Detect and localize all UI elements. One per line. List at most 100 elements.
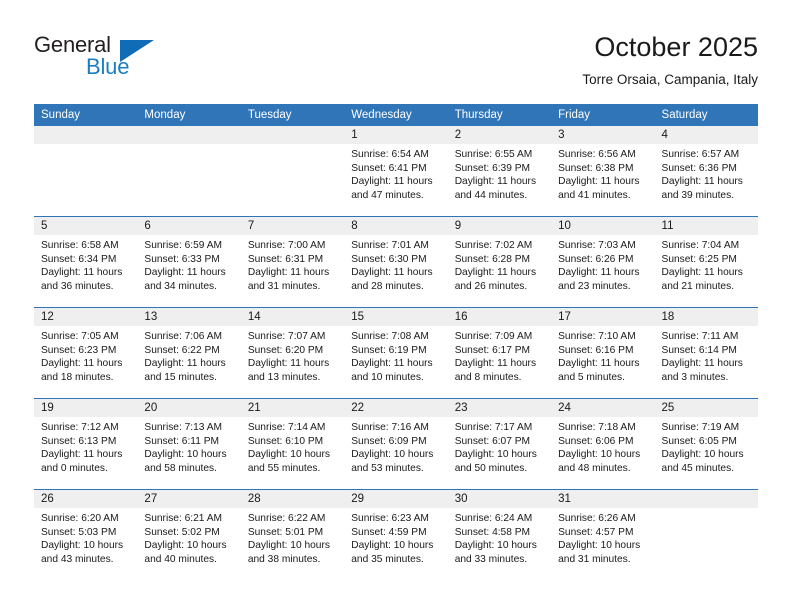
day-number: 15 — [344, 308, 448, 326]
day-cell-inner: 1 Sunrise: 6:54 AM Sunset: 6:41 PM Daylight… — [344, 126, 448, 216]
logo-text-blue: Blue — [86, 54, 130, 79]
calendar-day-cell[interactable]: 22 Sunrise: 7:16 AM Sunset: 6:09 PM Dayligh… — [344, 399, 448, 490]
calendar-day-cell[interactable]: 21 Sunrise: 7:14 AM Sunset: 6:10 PM Dayligh… — [240, 399, 345, 490]
day-cell-details — [655, 508, 758, 512]
day-number: 21 — [240, 399, 345, 417]
calendar-day-cell[interactable]: 15 Sunrise: 7:08 AM Sunset: 6:19 PM Dayligh… — [344, 308, 448, 399]
sunset-text: Sunset: 4:59 PM — [351, 526, 427, 538]
sunrise-text: Sunrise: 7:04 AM — [661, 240, 740, 251]
day-number: 25 — [654, 399, 758, 417]
day-number: 26 — [34, 490, 138, 508]
sunrise-text: Sunrise: 7:11 AM — [661, 331, 739, 342]
daylight-text-line2: and 43 minutes. — [41, 553, 114, 565]
sunrise-text: Sunrise: 6:26 AM — [558, 513, 636, 524]
sunrise-text: Sunrise: 7:06 AM — [144, 331, 223, 342]
calendar-day-cell[interactable]: 3 Sunrise: 6:56 AM Sunset: 6:38 PM Daylight… — [551, 126, 655, 217]
calendar-day-cell[interactable]: 31 Sunrise: 6:26 AM Sunset: 4:57 PM Dayligh… — [551, 490, 655, 581]
day-number — [137, 126, 241, 144]
calendar-day-cell[interactable]: 17 Sunrise: 7:10 AM Sunset: 6:16 PM Dayligh… — [551, 308, 655, 399]
sunset-text: Sunset: 6:05 PM — [661, 435, 737, 447]
day-number: 11 — [654, 217, 758, 235]
page-header: General Blue October 2025 Torre Orsaia, … — [0, 0, 792, 100]
day-cell-inner: 12 Sunrise: 7:05 AM Sunset: 6:23 PM Dayligh… — [34, 308, 138, 398]
daylight-text-line1: Daylight: 10 hours — [351, 540, 434, 552]
calendar-day-cell[interactable]: 18 Sunrise: 7:11 AM Sunset: 6:14 PM Dayligh… — [654, 308, 758, 399]
day-cell-inner — [34, 126, 138, 216]
daylight-text-line2: and 5 minutes. — [558, 371, 625, 383]
sunrise-text: Sunrise: 7:09 AM — [454, 331, 533, 342]
day-cell-details: Sunrise: 7:11 AM Sunset: 6:14 PM Daylight:… — [655, 326, 758, 384]
sunset-text: Sunset: 6:14 PM — [661, 344, 737, 356]
day-number — [34, 126, 138, 144]
calendar-day-cell[interactable]: 5 Sunrise: 6:58 AM Sunset: 6:34 PM Daylight… — [34, 217, 138, 308]
calendar-day-cell[interactable]: 7 Sunrise: 7:00 AM Sunset: 6:31 PM Daylight… — [240, 217, 345, 308]
day-cell-details: Sunrise: 7:16 AM Sunset: 6:09 PM Daylight:… — [344, 417, 447, 475]
calendar-day-cell[interactable]: 26 Sunrise: 6:20 AM Sunset: 5:03 PM Dayligh… — [34, 490, 138, 581]
calendar-day-cell[interactable]: 13 Sunrise: 7:06 AM Sunset: 6:22 PM Dayligh… — [137, 308, 241, 399]
day-cell-inner — [240, 126, 345, 216]
calendar-day-cell[interactable]: 16 Sunrise: 7:09 AM Sunset: 6:17 PM Dayligh… — [447, 308, 552, 399]
day-cell-inner: 15 Sunrise: 7:08 AM Sunset: 6:19 PM Dayligh… — [344, 308, 448, 398]
daylight-text-line1: Daylight: 11 hours — [558, 358, 640, 370]
daylight-text-line2: and 48 minutes. — [558, 462, 631, 474]
calendar-page: General Blue October 2025 Torre Orsaia, … — [0, 0, 792, 612]
daylight-text-line2: and 34 minutes. — [144, 280, 217, 292]
sunset-text: Sunset: 6:41 PM — [351, 162, 427, 174]
day-cell-details: Sunrise: 6:23 AM Sunset: 4:59 PM Daylight:… — [344, 508, 447, 566]
daylight-text-line2: and 38 minutes. — [247, 553, 321, 565]
calendar-day-cell[interactable]: 4 Sunrise: 6:57 AM Sunset: 6:36 PM Daylight… — [654, 126, 758, 217]
calendar-day-cell[interactable]: 2 Sunrise: 6:55 AM Sunset: 6:39 PM Daylight… — [447, 126, 552, 217]
daylight-text-line1: Daylight: 11 hours — [351, 176, 433, 188]
sunrise-text: Sunrise: 7:14 AM — [247, 422, 326, 433]
day-number: 27 — [137, 490, 241, 508]
day-cell-inner: 3 Sunrise: 6:56 AM Sunset: 6:38 PM Daylight… — [551, 126, 655, 216]
calendar-day-cell[interactable]: 30 Sunrise: 6:24 AM Sunset: 4:58 PM Dayligh… — [447, 490, 552, 581]
calendar-day-cell[interactable]: 10 Sunrise: 7:03 AM Sunset: 6:26 PM Dayligh… — [551, 217, 655, 308]
day-number — [240, 126, 345, 144]
calendar-day-cell[interactable]: 24 Sunrise: 7:18 AM Sunset: 6:06 PM Dayligh… — [551, 399, 655, 490]
day-cell-inner: 18 Sunrise: 7:11 AM Sunset: 6:14 PM Dayligh… — [654, 308, 758, 398]
calendar-day-cell[interactable]: 9 Sunrise: 7:02 AM Sunset: 6:28 PM Daylight… — [447, 217, 552, 308]
sunrise-text: Sunrise: 6:56 AM — [558, 149, 636, 160]
calendar-day-cell[interactable]: 20 Sunrise: 7:13 AM Sunset: 6:11 PM Dayligh… — [137, 399, 241, 490]
day-number: 7 — [240, 217, 345, 235]
calendar-day-cell[interactable]: 25 Sunrise: 7:19 AM Sunset: 6:05 PM Dayligh… — [654, 399, 758, 490]
day-cell-details: Sunrise: 7:07 AM Sunset: 6:20 PM Daylight:… — [241, 326, 344, 384]
calendar-day-cell[interactable]: 12 Sunrise: 7:05 AM Sunset: 6:23 PM Dayligh… — [34, 308, 138, 399]
calendar-day-cell[interactable]: 1 Sunrise: 6:54 AM Sunset: 6:41 PM Daylight… — [344, 126, 448, 217]
sunrise-text: Sunrise: 7:01 AM — [351, 240, 429, 251]
calendar-day-cell[interactable]: 19 Sunrise: 7:12 AM Sunset: 6:13 PM Dayligh… — [34, 399, 138, 490]
general-blue-logo[interactable]: General Blue — [34, 32, 234, 84]
daylight-text-line2: and 13 minutes. — [247, 371, 321, 383]
calendar-day-cell[interactable]: 29 Sunrise: 6:23 AM Sunset: 4:59 PM Dayligh… — [344, 490, 448, 581]
daylight-text-line1: Daylight: 10 hours — [558, 540, 641, 552]
day-number: 29 — [344, 490, 448, 508]
day-cell-inner: 2 Sunrise: 6:55 AM Sunset: 6:39 PM Daylight… — [447, 126, 552, 216]
weekday-header-wednesday: Wednesday — [344, 104, 448, 126]
sunset-text: Sunset: 6:20 PM — [247, 344, 324, 356]
calendar-day-cell[interactable]: 6 Sunrise: 6:59 AM Sunset: 6:33 PM Daylight… — [137, 217, 241, 308]
daylight-text-line1: Daylight: 11 hours — [558, 267, 640, 279]
daylight-text-line2: and 45 minutes. — [661, 462, 735, 474]
calendar-day-cell[interactable]: 14 Sunrise: 7:07 AM Sunset: 6:20 PM Dayligh… — [240, 308, 345, 399]
day-number: 4 — [654, 126, 758, 144]
sunset-text: Sunset: 6:13 PM — [41, 435, 117, 447]
daylight-text-line2: and 55 minutes. — [247, 462, 321, 474]
day-cell-details: Sunrise: 6:26 AM Sunset: 4:57 PM Daylight:… — [551, 508, 654, 566]
sunset-text: Sunset: 6:22 PM — [144, 344, 220, 356]
day-number: 24 — [551, 399, 655, 417]
day-number: 13 — [137, 308, 241, 326]
sunset-text: Sunset: 6:25 PM — [661, 253, 737, 265]
daylight-text-line1: Daylight: 11 hours — [144, 358, 226, 370]
day-number: 16 — [447, 308, 552, 326]
day-cell-details: Sunrise: 7:09 AM Sunset: 6:17 PM Daylight:… — [448, 326, 551, 384]
daylight-text-line2: and 3 minutes. — [661, 371, 729, 383]
calendar-day-cell[interactable]: 28 Sunrise: 6:22 AM Sunset: 5:01 PM Dayligh… — [240, 490, 345, 581]
daylight-text-line1: Daylight: 10 hours — [41, 540, 124, 552]
calendar-day-cell[interactable]: 8 Sunrise: 7:01 AM Sunset: 6:30 PM Daylight… — [344, 217, 448, 308]
sunrise-text: Sunrise: 7:10 AM — [558, 331, 636, 342]
calendar-day-cell[interactable]: 11 Sunrise: 7:04 AM Sunset: 6:25 PM Dayligh… — [654, 217, 758, 308]
calendar-day-cell[interactable]: 23 Sunrise: 7:17 AM Sunset: 6:07 PM Dayligh… — [447, 399, 552, 490]
sunset-text: Sunset: 6:23 PM — [41, 344, 117, 356]
calendar-day-cell[interactable]: 27 Sunrise: 6:21 AM Sunset: 5:02 PM Dayligh… — [137, 490, 241, 581]
